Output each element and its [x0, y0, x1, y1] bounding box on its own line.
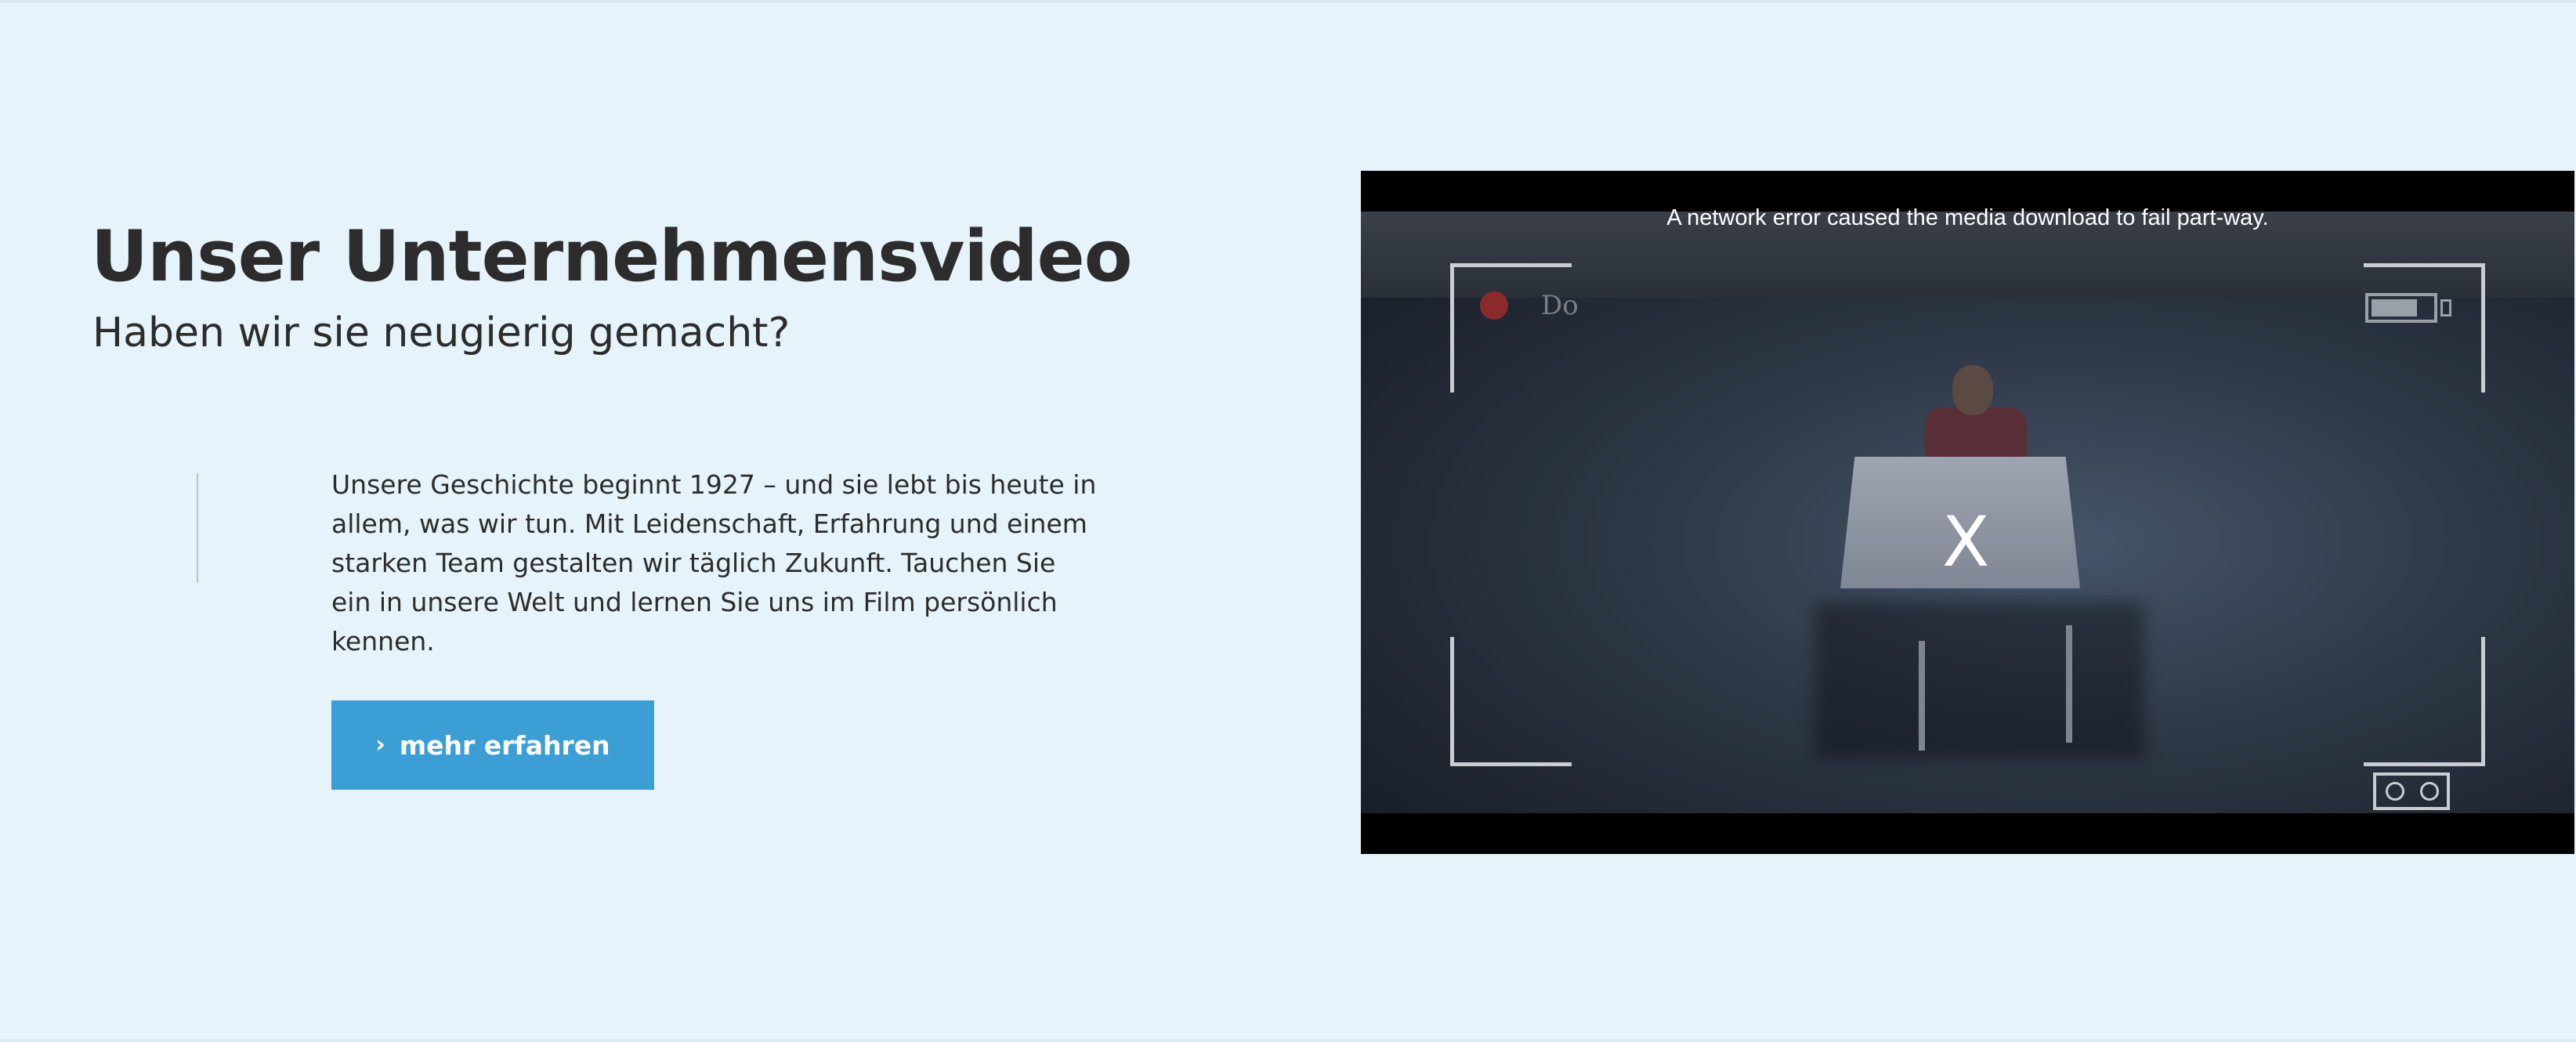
error-close-icon[interactable]: X — [1942, 508, 1989, 577]
video-scene-shadow — [1815, 602, 2144, 758]
company-video-player[interactable]: Do X A network error caused the media do… — [1361, 171, 2574, 854]
battery-icon — [2365, 293, 2437, 323]
page-subtitle: Haben wir sie neugierig gemacht? — [92, 309, 791, 356]
viewfinder-corner-top-left — [1450, 263, 1572, 393]
learn-more-label: mehr erfahren — [399, 729, 610, 761]
bottom-divider — [0, 1039, 2576, 1042]
overlay-record-text: Do — [1541, 290, 1579, 321]
page-title: Unser Unternehmensvideo — [91, 215, 1133, 298]
video-scene-chair-leg — [2066, 625, 2072, 743]
video-scene-person-head — [1952, 365, 1993, 415]
cassette-tape-icon — [2373, 772, 2450, 810]
record-dot-icon — [1480, 291, 1508, 320]
video-scene-chair-leg — [1919, 641, 1925, 751]
viewfinder-corner-bottom-left — [1450, 637, 1572, 766]
chevron-right-icon: › — [375, 731, 385, 758]
viewfinder-corner-top-right — [2364, 263, 2485, 393]
tape-reel-icon — [2420, 782, 2439, 801]
viewfinder-corner-bottom-right — [2364, 637, 2485, 766]
intro-paragraph: Unsere Geschichte beginnt 1927 – und sie… — [331, 469, 1097, 657]
tape-reel-icon — [2386, 782, 2404, 801]
top-divider — [0, 0, 2576, 3]
learn-more-button[interactable]: › mehr erfahren — [331, 700, 654, 790]
battery-tip-icon — [2440, 299, 2451, 317]
video-error-message: A network error caused the media downloa… — [1666, 205, 2269, 230]
video-frame: Do X — [1361, 212, 2574, 813]
quote-divider — [197, 473, 198, 583]
